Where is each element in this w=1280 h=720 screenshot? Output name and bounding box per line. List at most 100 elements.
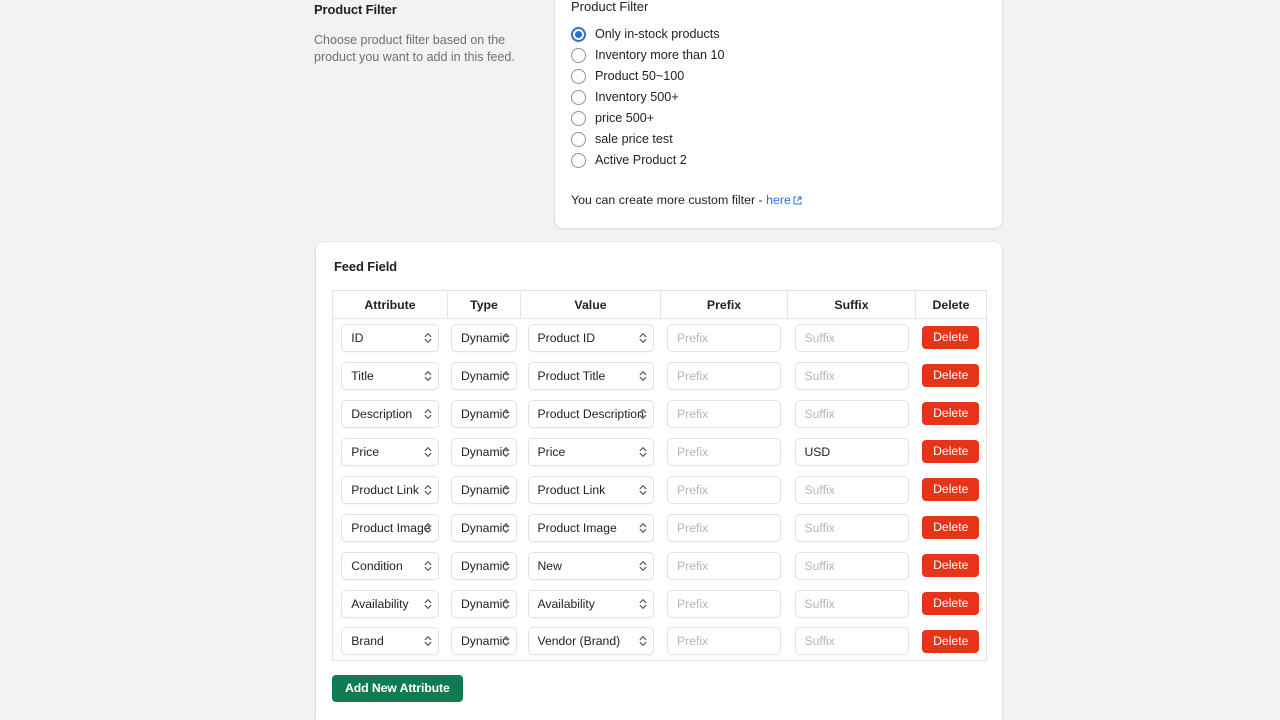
suffix-input-0[interactable] — [794, 323, 909, 352]
type-select-1[interactable]: Dynamic — [451, 361, 517, 390]
product-filter-option-6[interactable]: Active Product 2 — [571, 150, 986, 171]
delete-cell: Delete — [915, 622, 987, 661]
type-select-3[interactable]: Dynamic — [451, 437, 517, 466]
custom-filter-note-text: You can create more custom filter - — [571, 192, 767, 207]
delete-row-button-7[interactable]: Delete — [922, 592, 980, 615]
add-new-attribute-button[interactable]: Add New Attribute — [332, 675, 463, 702]
product-filter-option-label: Active Product 2 — [595, 153, 687, 168]
stepper-icon — [424, 445, 432, 458]
product-filter-option-1[interactable]: Inventory more than 10 — [571, 45, 986, 66]
stepper-icon — [424, 521, 432, 534]
stepper-icon — [424, 331, 432, 344]
feed-field-title: Feed Field — [334, 259, 397, 274]
value-select-1[interactable]: Product Title — [527, 361, 654, 390]
value-select-4[interactable]: Product Link — [527, 475, 654, 504]
type-select-7[interactable]: Dynamic — [451, 589, 517, 618]
attribute-cell: Brand — [332, 622, 448, 661]
value-select-value: Product ID — [537, 330, 596, 345]
attribute-select-7[interactable]: Availability — [341, 589, 440, 618]
value-select-2[interactable]: Product Description — [527, 399, 654, 428]
radio-button-0[interactable] — [571, 26, 586, 42]
delete-row-button-5[interactable]: Delete — [922, 516, 980, 539]
radio-button-4[interactable] — [571, 110, 586, 126]
prefix-input-4[interactable] — [667, 475, 781, 504]
column-header-delete: Delete — [915, 290, 987, 319]
radio-button-1[interactable] — [571, 47, 586, 63]
suffix-cell — [787, 508, 916, 547]
radio-button-2[interactable] — [571, 68, 586, 84]
attribute-select-4[interactable]: Product Link — [341, 475, 440, 504]
delete-row-button-4[interactable]: Delete — [922, 478, 980, 501]
attribute-select-8[interactable]: Brand — [341, 627, 440, 656]
external-link-icon — [793, 192, 802, 210]
attribute-select-1[interactable]: Title — [341, 361, 440, 390]
product-filter-option-5[interactable]: sale price test — [571, 129, 986, 150]
prefix-input-1[interactable] — [667, 361, 781, 390]
product-filter-option-3[interactable]: Inventory 500+ — [571, 87, 986, 108]
suffix-input-8[interactable] — [794, 627, 909, 656]
suffix-input-1[interactable] — [794, 361, 909, 390]
delete-row-button-3[interactable]: Delete — [922, 440, 980, 463]
prefix-input-3[interactable] — [667, 437, 781, 466]
attribute-cell: Title — [332, 356, 448, 395]
stepper-icon — [639, 445, 647, 458]
attribute-select-value: Title — [351, 368, 374, 383]
product-filter-option-4[interactable]: price 500+ — [571, 108, 986, 129]
suffix-cell — [787, 584, 916, 623]
type-select-2[interactable]: Dynamic — [451, 399, 517, 428]
delete-row-button-2[interactable]: Delete — [922, 402, 980, 425]
delete-row-button-0[interactable]: Delete — [922, 326, 980, 350]
value-select-6[interactable]: New — [527, 551, 654, 580]
suffix-cell — [787, 394, 916, 433]
suffix-input-4[interactable] — [794, 475, 909, 504]
suffix-input-2[interactable] — [794, 399, 909, 428]
value-cell: Price — [520, 432, 661, 471]
delete-row-button-8[interactable]: Delete — [922, 629, 980, 653]
attribute-select-6[interactable]: Condition — [341, 551, 440, 580]
suffix-input-6[interactable] — [794, 551, 909, 580]
create-custom-filter-link[interactable]: here — [766, 193, 791, 207]
value-select-8[interactable]: Vendor (Brand) — [527, 627, 654, 656]
prefix-cell — [660, 546, 788, 585]
value-cell: Product ID — [520, 318, 661, 357]
value-select-7[interactable]: Availability — [527, 589, 654, 618]
attribute-select-2[interactable]: Description — [341, 399, 440, 428]
radio-button-5[interactable] — [571, 131, 586, 147]
attribute-select-5[interactable]: Product Image — [341, 513, 440, 542]
suffix-input-3[interactable] — [794, 437, 909, 466]
delete-row-button-6[interactable]: Delete — [922, 554, 980, 577]
delete-cell: Delete — [915, 394, 987, 433]
attribute-select-3[interactable]: Price — [341, 437, 440, 466]
type-select-4[interactable]: Dynamic — [451, 475, 517, 504]
type-select-8[interactable]: Dynamic — [451, 627, 517, 656]
prefix-input-0[interactable] — [667, 323, 781, 352]
delete-cell: Delete — [915, 470, 987, 509]
suffix-input-5[interactable] — [794, 513, 909, 542]
value-select-0[interactable]: Product ID — [527, 323, 654, 352]
attribute-select-0[interactable]: ID — [341, 323, 440, 352]
prefix-input-5[interactable] — [667, 513, 781, 542]
prefix-input-2[interactable] — [667, 399, 781, 428]
delete-cell: Delete — [915, 508, 987, 547]
attribute-select-value: Description — [351, 406, 413, 421]
value-select-5[interactable]: Product Image — [527, 513, 654, 542]
product-filter-option-0[interactable]: Only in-stock products — [571, 24, 986, 45]
attribute-select-value: Brand — [351, 634, 384, 649]
type-select-6[interactable]: Dynamic — [451, 551, 517, 580]
suffix-input-7[interactable] — [794, 589, 909, 618]
prefix-input-8[interactable] — [667, 627, 781, 656]
type-select-5[interactable]: Dynamic — [451, 513, 517, 542]
value-cell: Product Link — [520, 470, 661, 509]
stepper-icon — [639, 407, 647, 420]
value-select-value: Price — [537, 444, 566, 459]
product-filter-option-2[interactable]: Product 50~100 — [571, 66, 986, 87]
stepper-icon — [639, 521, 647, 534]
value-select-3[interactable]: Price — [527, 437, 654, 466]
prefix-input-7[interactable] — [667, 589, 781, 618]
radio-button-6[interactable] — [571, 152, 586, 168]
delete-row-button-1[interactable]: Delete — [922, 364, 980, 387]
prefix-input-6[interactable] — [667, 551, 781, 580]
radio-button-3[interactable] — [571, 89, 586, 105]
type-select-0[interactable]: Dynamic — [451, 323, 517, 352]
table-row: Product Image Dynamic Product Image Delete — [332, 508, 987, 547]
